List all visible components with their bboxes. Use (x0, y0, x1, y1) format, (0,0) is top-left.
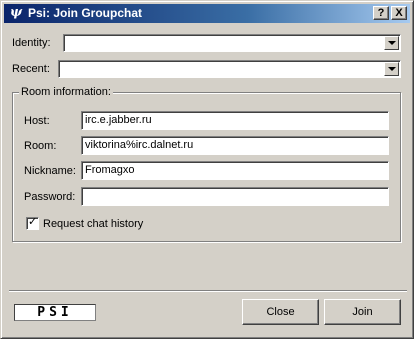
chevron-down-icon[interactable] (384, 36, 399, 50)
room-input[interactable]: viktorina%irc.dalnet.ru (81, 136, 389, 155)
request-history-checkbox[interactable]: ✓ (26, 216, 39, 230)
recent-label: Recent: (12, 63, 50, 75)
checkmark-icon: ✓ (28, 216, 38, 228)
nickname-input[interactable]: Fromagxo (81, 161, 389, 180)
close-icon: X (395, 7, 403, 19)
title-bar[interactable]: ψ Psi: Join Groupchat ? X (4, 4, 410, 23)
join-groupchat-dialog: ψ Psi: Join Groupchat ? X Identity: Rece… (0, 0, 414, 339)
help-button[interactable]: ? (373, 6, 389, 20)
window-title: Psi: Join Groupchat (28, 6, 143, 20)
close-window-button[interactable]: X (391, 6, 407, 20)
room-label: Room: (24, 140, 57, 152)
host-input[interactable]: irc.e.jabber.ru (81, 111, 389, 130)
join-button[interactable]: Join (324, 299, 401, 325)
recent-select[interactable] (58, 60, 401, 78)
chevron-down-icon[interactable] (384, 62, 399, 76)
psi-app-icon: ψ (9, 5, 23, 20)
identity-label: Identity: (12, 37, 51, 49)
help-icon: ? (377, 7, 385, 19)
close-button[interactable]: Close (242, 299, 319, 325)
psi-logo: PSI (14, 304, 96, 321)
nickname-label: Nickname: (24, 165, 76, 177)
footer-divider-highlight (9, 291, 407, 292)
host-label: Host: (24, 115, 50, 127)
request-history-label[interactable]: Request chat history (43, 217, 143, 231)
room-information-title: Room information: (19, 85, 113, 99)
password-input[interactable] (81, 187, 389, 206)
password-label: Password: (24, 191, 76, 203)
identity-select[interactable] (63, 34, 401, 52)
